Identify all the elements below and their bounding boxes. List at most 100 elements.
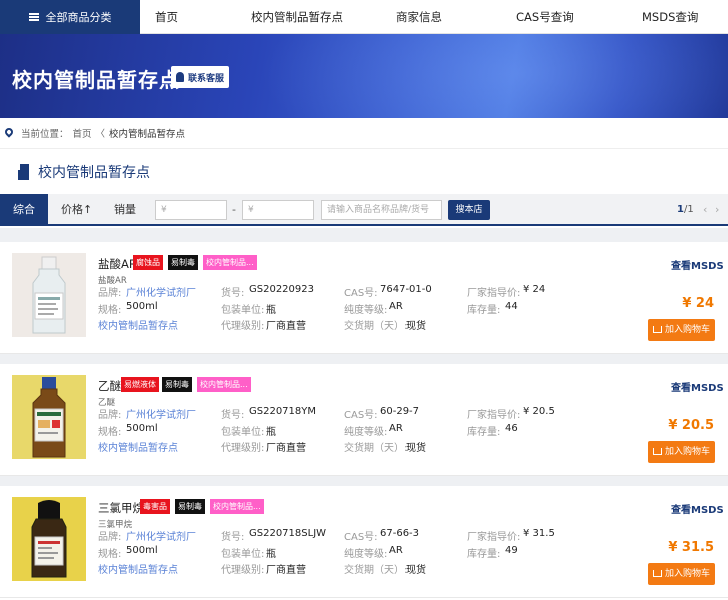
code-value: GS220718YM [249,406,317,417]
bottle-image [12,375,86,459]
purity-value: AR [389,301,403,312]
view-msds-link[interactable]: 查看MSDS [671,501,724,516]
nav-home[interactable]: 首页 [155,0,178,34]
hazard-tag: 腐蚀品 [133,255,163,270]
pack-unit-value: 瓶 [266,305,276,316]
contact-service-button[interactable]: 联系客服 [171,66,229,88]
delivery-value: 现货 [406,321,426,332]
code-value: GS20220923 [249,284,314,295]
list-spacer [0,476,728,486]
agent-level-value: 厂商直营 [266,321,306,332]
breadcrumb: 当前位置： 首页 〈 校内管制品暂存点 [0,118,728,148]
section-title: 校内管制品暂存点 [38,164,150,181]
menu-icon [28,13,39,21]
store-link[interactable]: 校内管制品暂存点 [98,317,178,332]
cas-value: 7647-01-0 [380,284,432,295]
product-name[interactable]: 乙醚 [98,378,121,394]
view-msds-link[interactable]: 查看MSDS [671,257,724,272]
all-categories-button[interactable]: 全部商品分类 [0,0,140,34]
cas-value: 67-66-3 [380,528,420,539]
brand-label: 品牌: [98,288,122,299]
product-price: ¥ 20.5 [668,418,714,433]
pack-unit-label: 包装单位: [221,305,265,316]
code-label: 货号: [221,288,245,299]
product-image[interactable] [12,375,86,459]
list-spacer [0,228,728,242]
code-label: 货号: [221,410,245,421]
add-to-cart-button[interactable]: 加入购物车 [648,319,715,341]
add-to-cart-label: 加入购物车 [664,569,710,579]
add-to-cart-label: 加入购物车 [664,325,710,335]
next-page-icon[interactable]: › [715,194,719,226]
cas-label: CAS号: [344,288,378,299]
cart-icon [652,570,662,577]
cas-label: CAS号: [344,410,378,421]
prev-page-icon[interactable]: ‹ [703,194,707,226]
delivery-value: 现货 [406,565,426,576]
product-card: 三氯甲烷 毒害品 易制毒 校内管制品... 三氯甲烷 品牌: 广州化学试剂厂 货… [0,486,728,598]
store-link[interactable]: 校内管制品暂存点 [98,561,178,576]
cart-icon [652,448,662,455]
nav-msds-search[interactable]: MSDS查询 [642,0,698,34]
controlled-tag: 校内管制品... [197,377,251,392]
product-card: 乙醚 易燃液体 易制毒 校内管制品... 乙醚 品牌: 广州化学试剂厂 货号: … [0,364,728,476]
pack-unit-value: 瓶 [266,427,276,438]
agent-level-label: 代理级别: [221,565,265,576]
store-banner: 校内管制品暂存点 联系客服 [0,34,728,118]
guide-price-label: 厂家指导价: [467,532,521,543]
price-min-input[interactable]: ¥ [155,200,227,220]
spec-value: 500ml [126,423,158,434]
brand-label: 品牌: [98,410,122,421]
cas-value: 60-29-7 [380,406,420,417]
guide-price-value: ¥ 20.5 [523,406,555,417]
sort-tab-price[interactable]: 价格↑ [61,194,92,226]
pack-unit-value: 瓶 [266,549,276,560]
stock-value: 44 [505,301,518,312]
precursor-tag: 易制毒 [168,255,198,270]
hazard-tag: 毒害品 [140,499,170,514]
product-name[interactable]: 盐酸AR [98,256,137,272]
pack-unit-label: 包装单位: [221,427,265,438]
banner-title: 校内管制品暂存点 [12,68,180,92]
price-max-input[interactable]: ¥ [242,200,314,220]
spec-value: 500ml [126,301,158,312]
search-store-button[interactable]: 搜本店 [448,200,490,220]
view-msds-link[interactable]: 查看MSDS [671,379,724,394]
sort-tab-comprehensive[interactable]: 综合 [0,194,48,226]
search-input[interactable]: 请输入商品名称品牌/货号 [321,200,442,220]
nav-cas-search[interactable]: CAS号查询 [516,0,574,34]
bottle-image [12,253,86,337]
nav-merchant-info[interactable]: 商家信息 [396,0,442,34]
spec-label: 规格: [98,427,122,438]
store-link[interactable]: 校内管制品暂存点 [98,439,178,454]
brand-value[interactable]: 广州化学试剂厂 [126,528,196,543]
add-to-cart-button[interactable]: 加入购物车 [648,441,715,463]
breadcrumb-current: 校内管制品暂存点 [109,129,186,140]
sort-tab-sales[interactable]: 销量 [114,194,136,226]
stock-label: 库存量: [467,305,501,316]
product-price: ¥ 24 [682,296,714,311]
add-to-cart-button[interactable]: 加入购物车 [648,563,715,585]
product-image[interactable] [12,497,86,581]
product-image[interactable] [12,253,86,337]
guide-price-label: 厂家指导价: [467,410,521,421]
page-total: /1 [683,204,694,215]
brand-value[interactable]: 广州化学试剂厂 [126,406,196,421]
breadcrumb-home[interactable]: 首页 [73,126,92,140]
breadcrumb-prefix: 当前位置： [21,129,69,140]
product-card: 盐酸AR 腐蚀品 易制毒 校内管制品... 盐酸AR 品牌: 广州化学试剂厂 货… [0,242,728,354]
pack-unit-label: 包装单位: [221,549,265,560]
delivery-value: 现货 [406,443,426,454]
product-name[interactable]: 三氯甲烷 [98,500,144,516]
delivery-label: 交货期（天）: [344,321,408,332]
agent-level-value: 厂商直营 [266,443,306,454]
guide-price-value: ¥ 24 [523,284,546,295]
building-icon [18,163,31,180]
agent-level-label: 代理级别: [221,443,265,454]
purity-value: AR [389,423,403,434]
purity-label: 纯度等级: [344,305,388,316]
nav-controlled-storage[interactable]: 校内管制品暂存点 [251,0,343,34]
brand-value[interactable]: 广州化学试剂厂 [126,284,196,299]
precursor-tag: 易制毒 [175,499,205,514]
stock-value: 46 [505,423,518,434]
